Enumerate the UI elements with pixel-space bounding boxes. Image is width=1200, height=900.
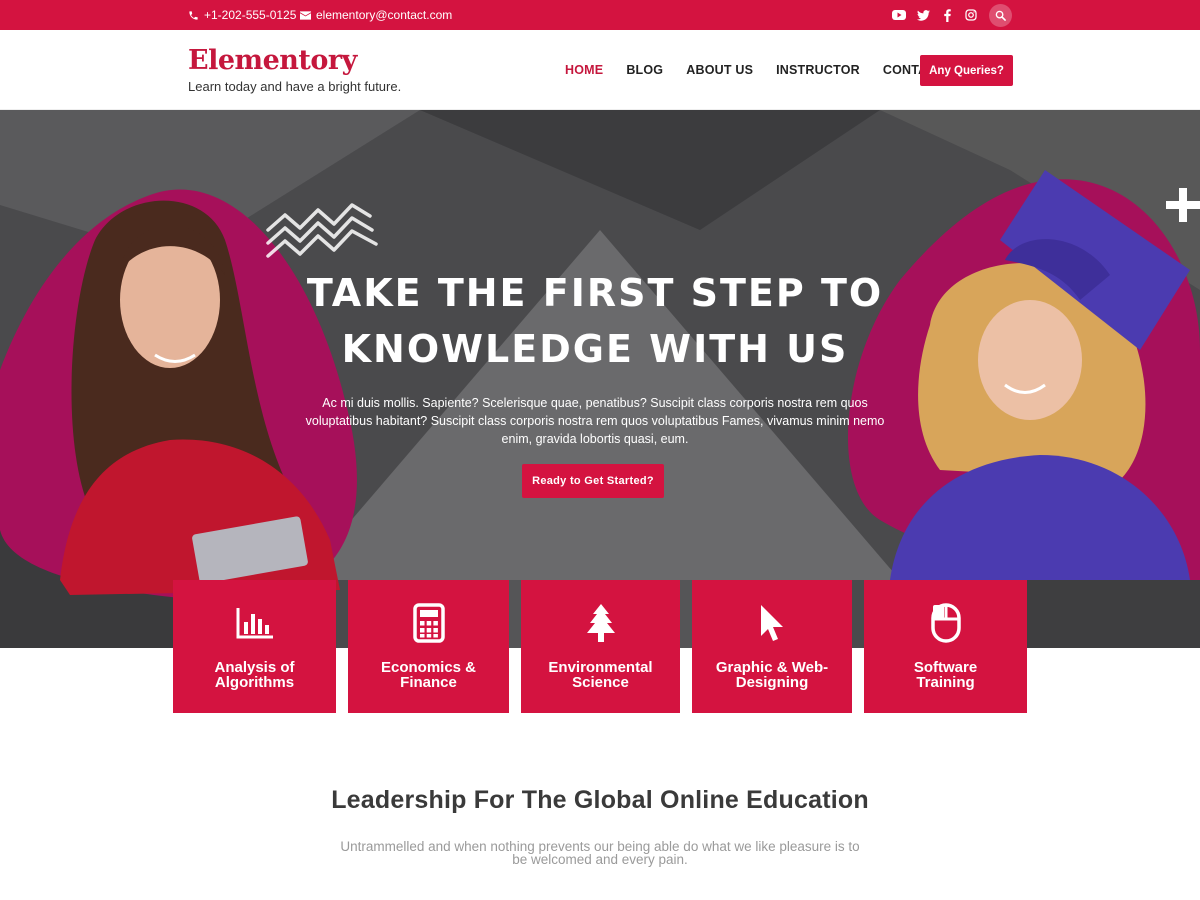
- card-label-line1: Graphic & Web-: [715, 659, 829, 676]
- phone-contact[interactable]: +1-202-555-0125: [188, 0, 296, 30]
- hero-description: Ac mi duis mollis. Sapiente? Scelerisque…: [305, 396, 885, 446]
- get-started-button[interactable]: Ready to Get Started?: [522, 464, 664, 498]
- card-software-training[interactable]: Software Training: [864, 580, 1027, 713]
- nav-about-us[interactable]: ABOUT US: [686, 63, 753, 77]
- card-label-line2: Finance: [400, 674, 457, 691]
- email-contact[interactable]: elementory@contact.com: [300, 0, 452, 30]
- card-label-line1: Analysis of: [214, 659, 295, 676]
- phone-text: +1-202-555-0125: [204, 8, 297, 22]
- card-label: Software Training: [872, 660, 1019, 690]
- hero-section: TAKE THE FIRST STEP TO KNOWLEDGE WITH US…: [0, 110, 1200, 648]
- top-bar: +1-202-555-0125 elementory@contact.com: [0, 0, 1200, 30]
- instagram-icon[interactable]: [963, 7, 979, 23]
- email-text: elementory@contact.com: [316, 8, 453, 22]
- site-tagline: Learn today and have a bright future.: [188, 79, 402, 94]
- card-economics-finance[interactable]: Economics & Finance: [348, 580, 509, 713]
- calculator-icon: [348, 602, 509, 644]
- main-nav: HOME BLOG ABOUT US INSTRUCTOR CONTACT: [565, 30, 967, 110]
- section-title: Leadership For The Global Online Educati…: [331, 786, 869, 814]
- section-subtitle-line2: be welcomed and every pain.: [512, 852, 688, 867]
- card-label-line2: Designing: [735, 674, 809, 691]
- hero-title-line1: TAKE THE FIRST STEP TO: [306, 271, 884, 315]
- hero-title-line2: KNOWLEDGE WITH US: [341, 327, 849, 371]
- facebook-icon[interactable]: [939, 7, 955, 23]
- envelope-icon: [300, 10, 311, 20]
- bar-chart-icon: [173, 602, 336, 644]
- site-header: Elementory Learn today and have a bright…: [0, 30, 1200, 110]
- search-icon[interactable]: [989, 3, 1012, 27]
- card-label: Environmental Science: [529, 660, 672, 690]
- any-queries-button[interactable]: Any Queries?: [920, 55, 1013, 86]
- section-subtitle: Untrammelled and when nothing prevents o…: [305, 840, 895, 867]
- hero-title: TAKE THE FIRST STEP TO KNOWLEDGE WITH US: [280, 265, 910, 377]
- phone-icon: [189, 10, 198, 20]
- youtube-icon[interactable]: [891, 7, 907, 23]
- card-label-line2: Training: [916, 674, 975, 691]
- tree-icon: [521, 602, 680, 644]
- nav-home[interactable]: HOME: [565, 63, 603, 77]
- card-label: Graphic & Web- Designing: [700, 660, 844, 690]
- nav-instructor[interactable]: INSTRUCTOR: [776, 63, 860, 77]
- card-label-line2: Algorithms: [214, 674, 295, 691]
- card-graphic-web-designing[interactable]: Graphic & Web- Designing: [692, 580, 852, 713]
- zigzag-decoration: [266, 203, 378, 258]
- plus-icon: [1166, 188, 1200, 222]
- card-label-line1: Economics &: [380, 659, 477, 676]
- card-label-line1: Software: [913, 659, 978, 676]
- card-label-line2: Science: [572, 674, 629, 691]
- card-label: Analysis of Algorithms: [181, 660, 328, 690]
- cursor-icon: [692, 602, 852, 644]
- card-environmental-science[interactable]: Environmental Science: [521, 580, 680, 713]
- nav-blog[interactable]: BLOG: [626, 63, 663, 77]
- course-cards: Analysis of Algorithms Economics & Finan…: [0, 580, 1200, 714]
- card-label-line1: Environmental: [548, 659, 653, 676]
- card-analysis-of-algorithms[interactable]: Analysis of Algorithms: [173, 580, 336, 713]
- social-links: [891, 3, 1012, 27]
- hero-background: [0, 110, 1200, 648]
- twitter-icon[interactable]: [915, 7, 931, 23]
- card-label: Economics & Finance: [356, 660, 501, 690]
- mouse-icon: [864, 602, 1027, 644]
- site-logo[interactable]: Elementory: [188, 45, 357, 76]
